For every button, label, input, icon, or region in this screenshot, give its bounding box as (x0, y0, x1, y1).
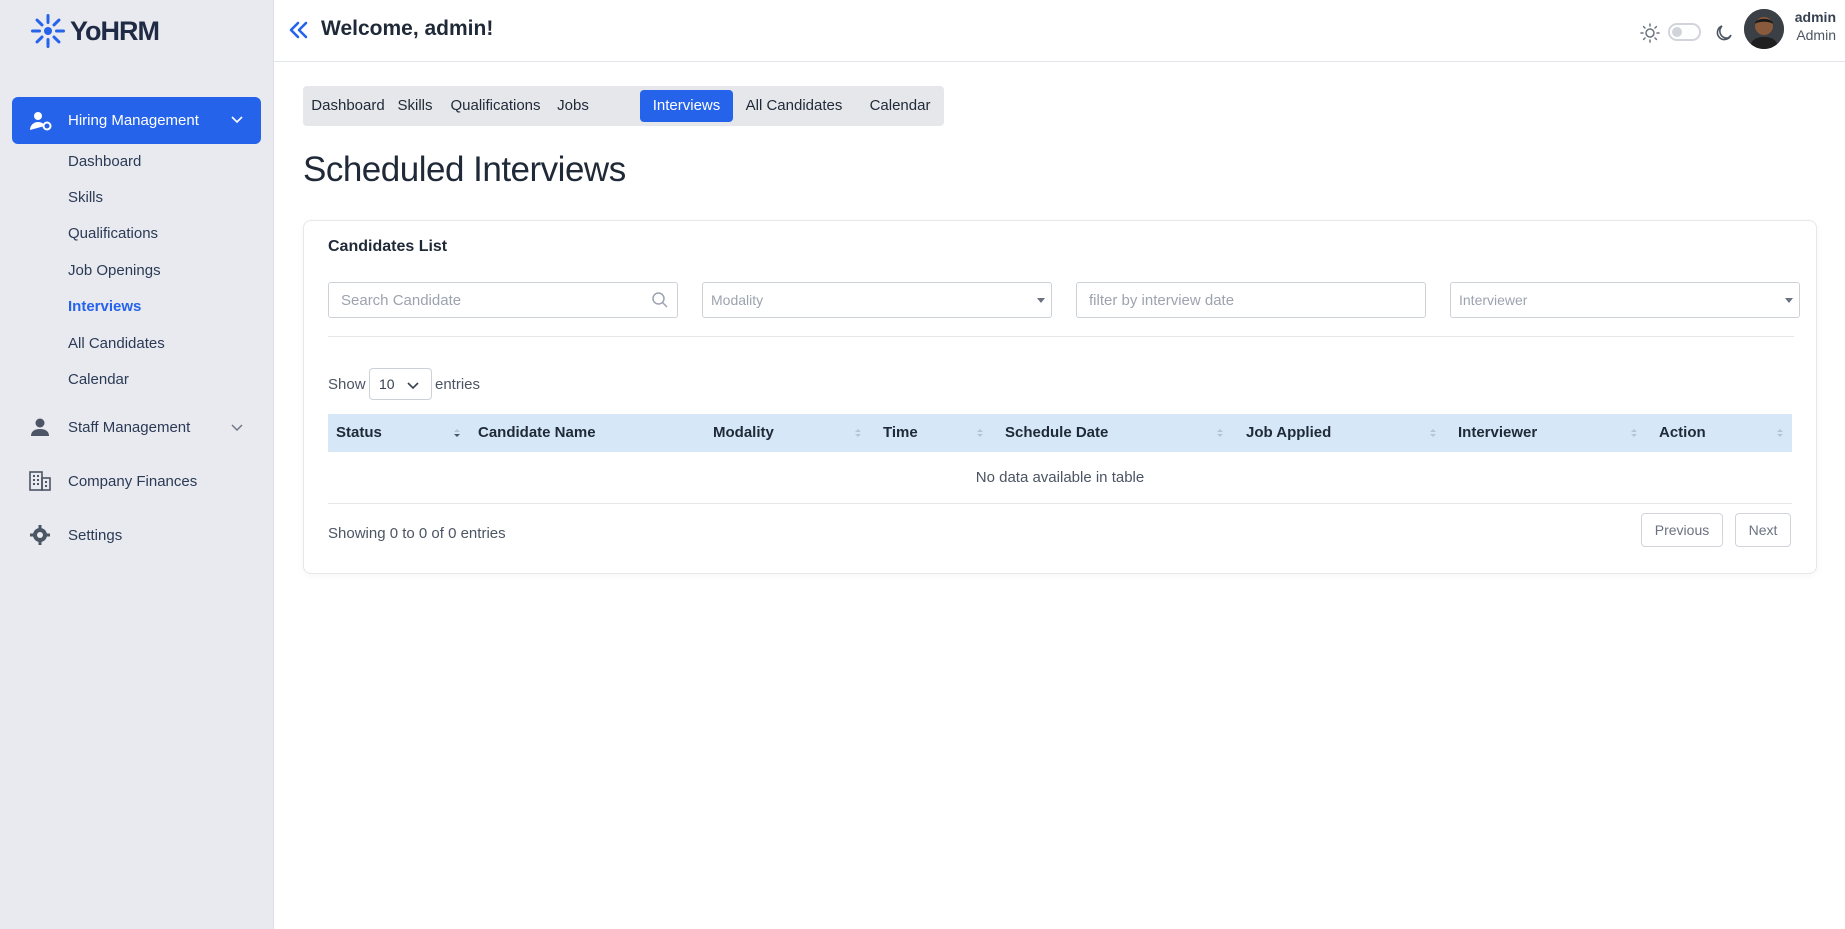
column-job-applied[interactable]: Job Applied (1246, 414, 1331, 452)
collapse-sidebar-icon[interactable] (288, 18, 310, 42)
entries-value: 10 (379, 376, 395, 392)
sidebar-item-label: Settings (68, 526, 123, 544)
chevron-down-icon (231, 424, 243, 431)
gear-icon (28, 523, 52, 547)
moon-icon (1716, 25, 1732, 41)
sidebar-item-company-finances[interactable]: Company Finances (28, 469, 197, 493)
sort-icon[interactable] (854, 427, 862, 439)
tab-qualifications[interactable]: Qualifications (442, 90, 549, 122)
user-name: admin (1794, 9, 1836, 25)
tab-skills[interactable]: Skills (392, 90, 438, 122)
sidebar-subitem-all-candidates[interactable]: All Candidates (68, 335, 165, 352)
logo-icon (31, 14, 65, 48)
tab-dashboard[interactable]: Dashboard (308, 90, 388, 122)
column-interviewer[interactable]: Interviewer (1458, 414, 1537, 452)
sidebar-subitem-qualifications[interactable]: Qualifications (68, 225, 158, 242)
entries-select[interactable]: 10 (369, 368, 432, 400)
sidebar-subitem-dashboard[interactable]: Dashboard (68, 153, 141, 170)
users-gear-icon (30, 112, 52, 131)
user-role: Admin (1796, 27, 1836, 43)
sidebar-item-label: Staff Management (68, 418, 191, 436)
interviewer-select-value: Interviewer (1459, 292, 1528, 308)
entries-label: entries (435, 376, 481, 393)
search-icon (652, 292, 668, 308)
chevron-down-icon (231, 116, 243, 124)
sidebar: YoHRM Hiring Management Dashboard Skills… (0, 0, 274, 929)
column-candidate-name[interactable]: Candidate Name (478, 414, 596, 452)
divider (328, 336, 1794, 337)
column-schedule-date[interactable]: Schedule Date (1005, 414, 1108, 452)
previous-button[interactable]: Previous (1641, 513, 1723, 547)
tab-calendar[interactable]: Calendar (862, 90, 938, 122)
page-title: Scheduled Interviews (303, 150, 626, 189)
table-header-row: Status Candidate Name Modality Time Sche… (328, 414, 1792, 452)
tab-bar: Dashboard Skills Qualifications Jobs Int… (303, 86, 944, 126)
logo[interactable]: YoHRM (30, 12, 160, 50)
sidebar-subitem-interviews[interactable]: Interviews (68, 298, 141, 315)
sort-icon[interactable] (1429, 427, 1437, 439)
user-icon (28, 415, 52, 439)
interviewer-select[interactable]: Interviewer (1450, 282, 1800, 318)
sort-desc-icon[interactable] (453, 427, 461, 439)
sidebar-item-staff-management[interactable]: Staff Management (28, 415, 243, 439)
modality-select[interactable]: Modality (702, 282, 1052, 318)
tab-jobs[interactable]: Jobs (553, 90, 593, 122)
theme-toggle[interactable] (1668, 23, 1701, 41)
show-label: Show (328, 376, 366, 393)
column-action[interactable]: Action (1659, 414, 1706, 452)
caret-down-icon (1037, 298, 1045, 303)
brand-name: YoHRM (70, 15, 160, 46)
column-time[interactable]: Time (883, 414, 918, 452)
avatar[interactable] (1744, 9, 1784, 49)
sidebar-item-label: Company Finances (68, 472, 198, 490)
chevron-down-icon (407, 382, 419, 390)
search-input[interactable] (329, 283, 677, 317)
sidebar-subitem-calendar[interactable]: Calendar (68, 371, 129, 388)
sort-icon[interactable] (1776, 427, 1784, 439)
caret-down-icon (1785, 298, 1793, 303)
search-field (328, 282, 678, 318)
column-modality[interactable]: Modality (713, 414, 774, 452)
sort-icon[interactable] (976, 427, 984, 439)
sidebar-item-settings[interactable]: Settings (28, 523, 122, 547)
sidebar-item-label: Hiring Management (68, 112, 199, 129)
tab-all-candidates[interactable]: All Candidates (740, 90, 848, 122)
next-button[interactable]: Next (1735, 513, 1791, 547)
sun-icon (1640, 23, 1660, 43)
building-icon (28, 469, 52, 493)
topbar: Welcome, admin! admin Admin (274, 0, 1845, 62)
sidebar-subitem-skills[interactable]: Skills (68, 189, 103, 206)
column-status[interactable]: Status (336, 414, 382, 452)
table-info: Showing 0 to 0 of 0 entries (328, 525, 506, 542)
sort-icon[interactable] (1216, 427, 1224, 439)
date-filter-field (1076, 282, 1426, 318)
date-filter-input[interactable] (1077, 283, 1425, 317)
card-title: Candidates List (328, 238, 448, 255)
empty-table-message: No data available in table (328, 452, 1792, 504)
candidates-card: Candidates List Modality Interviewer Sho… (303, 220, 1817, 574)
sidebar-item-hiring-management[interactable]: Hiring Management (12, 97, 261, 144)
sort-icon[interactable] (1630, 427, 1638, 439)
tab-interviews[interactable]: Interviews (640, 90, 733, 122)
modality-select-value: Modality (711, 292, 764, 308)
welcome-title: Welcome, admin! (321, 17, 494, 40)
sidebar-subitem-job-openings[interactable]: Job Openings (68, 262, 161, 279)
toggle-knob (1672, 27, 1682, 37)
